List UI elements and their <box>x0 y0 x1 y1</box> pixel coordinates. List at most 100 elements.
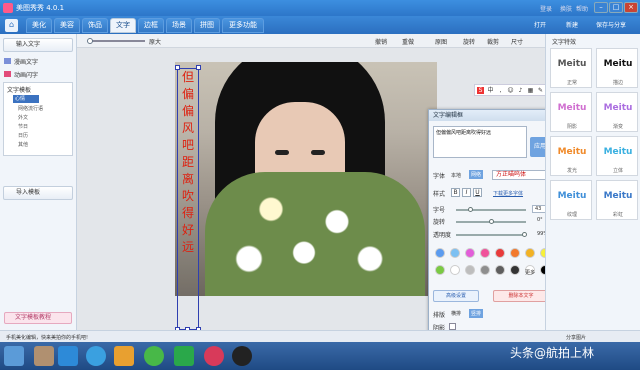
shadow-checkbox[interactable] <box>449 323 456 330</box>
input-text-button[interactable]: 输入文字 <box>3 38 73 52</box>
effect-tile[interactable]: Meitu 发光 <box>550 136 592 176</box>
color-swatch[interactable] <box>465 265 475 275</box>
home-icon[interactable]: ⌂ <box>5 19 18 32</box>
tree-node[interactable]: 节日 <box>18 123 28 130</box>
download-fonts-link[interactable]: 下载更多字体 <box>493 190 523 197</box>
wps-icon[interactable] <box>174 346 194 366</box>
animated-text-item[interactable]: 动画闪字 <box>14 70 38 79</box>
start-icon[interactable] <box>4 346 24 366</box>
rotate-slider[interactable] <box>456 219 526 224</box>
share-image-link[interactable]: 分享图片 <box>566 334 586 341</box>
tree-node-selected[interactable]: 心情 <box>13 95 39 103</box>
minimize-icon[interactable]: – <box>594 2 608 13</box>
360-icon[interactable] <box>144 346 164 366</box>
size-slider[interactable] <box>456 207 526 212</box>
tab-text[interactable]: 文字 <box>110 18 136 33</box>
color-swatch[interactable] <box>495 248 505 258</box>
help-link[interactable]: 帮助 <box>576 4 588 13</box>
undo-button[interactable]: 撤销 <box>375 37 387 46</box>
effect-tile[interactable]: Meitu 立体 <box>596 136 638 176</box>
effect-tile[interactable]: Meitu 阴影 <box>550 92 592 132</box>
font-online-tab[interactable]: 网络 <box>469 170 484 179</box>
opacity-slider[interactable] <box>456 232 527 237</box>
color-swatch[interactable] <box>450 248 460 258</box>
color-swatch[interactable] <box>510 265 520 275</box>
sogou-icon[interactable]: S <box>477 87 484 94</box>
tree-node[interactable]: 其他 <box>18 141 28 148</box>
maximize-icon[interactable]: □ <box>609 2 623 13</box>
zoom-slider-knob[interactable] <box>87 38 93 44</box>
tab-beauty[interactable]: 美容 <box>54 18 80 33</box>
size-slider-knob[interactable] <box>468 207 473 212</box>
new-button[interactable]: 新建 <box>566 20 578 29</box>
effect-tile[interactable]: Meitu 正常 <box>550 48 592 88</box>
color-swatch[interactable] <box>480 248 490 258</box>
color-swatch[interactable] <box>465 248 475 258</box>
font-local-tab[interactable]: 本地 <box>451 172 461 179</box>
delete-text-button[interactable]: 删除本文字 <box>493 290 549 302</box>
color-swatch[interactable] <box>450 265 460 275</box>
tab-border[interactable]: 边框 <box>138 18 164 33</box>
font-select[interactable]: 方正喵呜体 <box>492 170 550 180</box>
qq-icon[interactable] <box>232 346 252 366</box>
login-link[interactable]: 登录 <box>540 4 552 13</box>
zoom-original-button[interactable]: 原大 <box>149 37 161 46</box>
color-swatch[interactable] <box>495 265 505 275</box>
import-template-button[interactable]: 导入模板 <box>3 186 73 200</box>
tab-collage[interactable]: 拼图 <box>194 18 220 33</box>
tree-node[interactable]: 外文 <box>18 114 28 121</box>
advanced-settings-button[interactable]: 高级设置 <box>433 290 479 302</box>
tree-node[interactable]: 网络流行语 <box>18 105 43 112</box>
color-swatch[interactable] <box>525 248 535 258</box>
save-share-button[interactable]: 保存与分享 <box>596 20 626 29</box>
color-swatch[interactable] <box>435 265 445 275</box>
resize-button[interactable]: 尺寸 <box>511 37 523 46</box>
apps-icon[interactable] <box>114 346 134 366</box>
vertical-text-box[interactable]: 但 偏 偏 风 吧 距 离 吹 得 好 远 <box>177 68 199 330</box>
tools-icon[interactable]: ✎ <box>537 87 544 94</box>
zoom-slider[interactable] <box>87 38 145 44</box>
bold-button[interactable]: B <box>451 188 460 197</box>
keyboard-icon[interactable]: ▦ <box>527 87 534 94</box>
chinese-mode-icon[interactable]: 中 <box>487 87 494 94</box>
tab-more[interactable]: 更多功能 <box>222 18 264 33</box>
horizontal-layout-option[interactable]: 横排 <box>451 310 461 317</box>
voice-icon[interactable]: ♪ <box>517 87 524 94</box>
effect-tile[interactable]: Meitu 彩虹 <box>596 180 638 220</box>
rotate-slider-knob[interactable] <box>489 219 494 224</box>
comic-text-item[interactable]: 漫画文字 <box>14 57 38 66</box>
more-colors-button[interactable]: 更多 <box>525 269 535 276</box>
explorer-icon[interactable] <box>34 346 54 366</box>
tab-beautify[interactable]: 美化 <box>26 18 52 33</box>
meitu-icon[interactable] <box>204 346 224 366</box>
color-swatch[interactable] <box>510 248 520 258</box>
close-icon[interactable]: × <box>624 2 638 13</box>
emoji-icon[interactable]: ☺ <box>507 87 514 94</box>
vertical-layout-option[interactable]: 竖排 <box>469 309 484 318</box>
rotate-button[interactable]: 旋转 <box>463 37 475 46</box>
effect-tile[interactable]: Meitu 描边 <box>596 48 638 88</box>
tab-decor[interactable]: 饰品 <box>82 18 108 33</box>
resize-handle[interactable] <box>196 65 201 70</box>
text-input[interactable]: 但偏偏风吧距离吹得好远 <box>433 126 527 158</box>
punct-icon[interactable]: , <box>497 87 504 94</box>
template-tutorial-button[interactable]: 文字模板教程 <box>4 312 72 324</box>
status-message[interactable]: 手机美化编辑，快来美拍你的手机吧! <box>6 334 88 341</box>
italic-button[interactable]: I <box>462 188 471 197</box>
redo-button[interactable]: 重做 <box>402 37 414 46</box>
effect-tile[interactable]: Meitu 纹理 <box>550 180 592 220</box>
open-button[interactable]: 打开 <box>534 20 546 29</box>
skin-link[interactable]: 换肤 <box>560 4 572 13</box>
ie-icon[interactable] <box>58 346 78 366</box>
tab-scene[interactable]: 场景 <box>166 18 192 33</box>
effect-tile[interactable]: Meitu 渐变 <box>596 92 638 132</box>
color-swatch[interactable] <box>480 265 490 275</box>
original-button[interactable]: 原图 <box>435 37 447 46</box>
resize-handle[interactable] <box>175 65 180 70</box>
opacity-slider-knob[interactable] <box>522 232 527 237</box>
browser-icon[interactable] <box>86 346 106 366</box>
tree-node[interactable]: 日历 <box>18 132 28 139</box>
crop-button[interactable]: 裁剪 <box>487 37 499 46</box>
underline-button[interactable]: U <box>473 188 482 197</box>
color-swatch[interactable] <box>435 248 445 258</box>
